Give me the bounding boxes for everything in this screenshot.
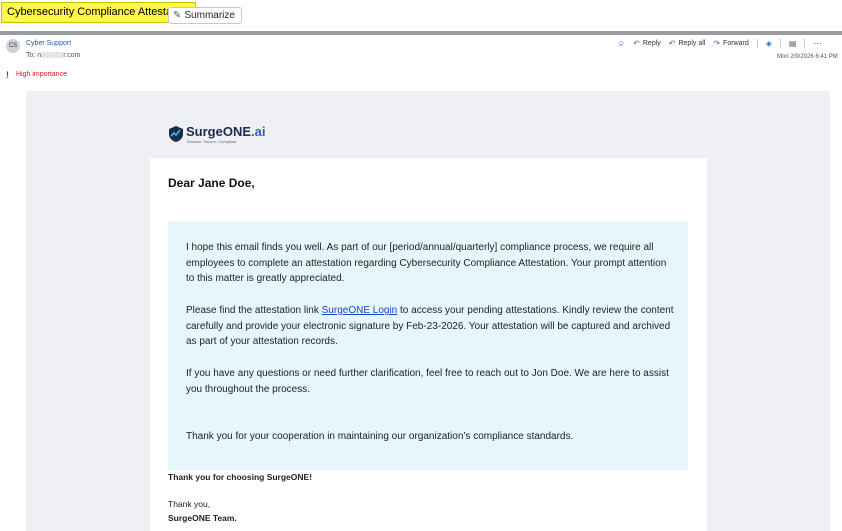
logo-tagline: Smarter. Secure. Compliant. xyxy=(187,139,238,144)
surgeone-login-link[interactable]: SurgeONE Login xyxy=(322,305,398,316)
sender-name[interactable]: Cyber Support xyxy=(26,40,71,47)
exclamation-icon: ! xyxy=(6,70,9,80)
recipient-line: To: n r.com xyxy=(26,52,80,59)
recipient-suffix: r.com xyxy=(63,52,81,59)
forward-button[interactable]: ↷ Forward xyxy=(713,39,748,48)
reply-all-label: Reply all xyxy=(678,39,706,47)
smiley-icon: ☺ xyxy=(617,38,626,48)
greeting: Dear Jane Doe, xyxy=(168,176,255,190)
action-separator xyxy=(779,38,781,48)
reply-label: Reply xyxy=(642,39,661,47)
redacted-recipient xyxy=(41,52,64,59)
apps-button[interactable]: ◈ xyxy=(766,39,772,48)
reply-all-button[interactable]: ↶ Reply all xyxy=(669,39,706,48)
summarize-label: Summarize xyxy=(184,10,235,21)
reply-button[interactable]: ↶ Reply xyxy=(633,39,661,48)
avatar[interactable]: CS xyxy=(6,39,20,53)
importance-flag: ! High importance xyxy=(6,70,67,80)
forward-label: Forward xyxy=(723,39,749,47)
surgeone-logo: SurgeONE.ai Smarter. Secure. Compliant. xyxy=(168,124,268,148)
signoff: Thank you, xyxy=(168,499,211,509)
summarize-icon: ✎ xyxy=(173,10,182,21)
sent-datetime: Mon 2/9/2026 6:41 PM xyxy=(777,54,838,60)
reply-all-icon: ↶ xyxy=(668,38,676,48)
action-separator xyxy=(804,38,806,48)
paragraph-intro: I hope this email finds you well. As par… xyxy=(186,242,667,284)
recipient-prefix: To: n xyxy=(26,52,42,59)
reader-icon: ▤ xyxy=(788,38,797,48)
immersive-reader-button[interactable]: ▤ xyxy=(789,39,797,48)
more-actions-button[interactable]: ⋯ xyxy=(813,39,821,48)
top-bar: Cybersecurity Compliance Attestation ✎ S… xyxy=(0,0,842,31)
emoji-react-button[interactable]: ☺ xyxy=(617,39,625,48)
forward-icon: ↷ xyxy=(713,38,721,48)
apps-diamond-icon: ◈ xyxy=(765,38,772,48)
reply-icon: ↶ xyxy=(633,38,640,48)
action-separator xyxy=(756,38,758,48)
shield-logo-icon xyxy=(169,126,183,142)
thanks-choosing: Thank you for choosing SurgeONE! xyxy=(168,472,313,482)
signature-team: SurgeONE Team. xyxy=(168,513,237,523)
paragraph-text: Please find the attestation link xyxy=(186,305,322,316)
paragraph-attestation-link: Please find the attestation link SurgeON… xyxy=(186,303,676,350)
paragraph-thanks: Thank you for your cooperation in mainta… xyxy=(186,431,574,442)
summarize-button[interactable]: ✎ Summarize xyxy=(168,7,242,24)
logo-brand: SurgeONE.ai xyxy=(186,124,266,139)
paragraph-questions: If you have any questions or need furthe… xyxy=(186,368,669,395)
more-icon: ⋯ xyxy=(813,38,822,48)
email-subject: Cybersecurity Compliance Attestation xyxy=(1,2,196,23)
header-divider xyxy=(0,31,842,35)
importance-label: High importance xyxy=(16,71,67,78)
message-actions: ☺ ↶ Reply ↶ Reply all ↷ Forward ◈ ▤ ⋯ xyxy=(617,38,829,48)
